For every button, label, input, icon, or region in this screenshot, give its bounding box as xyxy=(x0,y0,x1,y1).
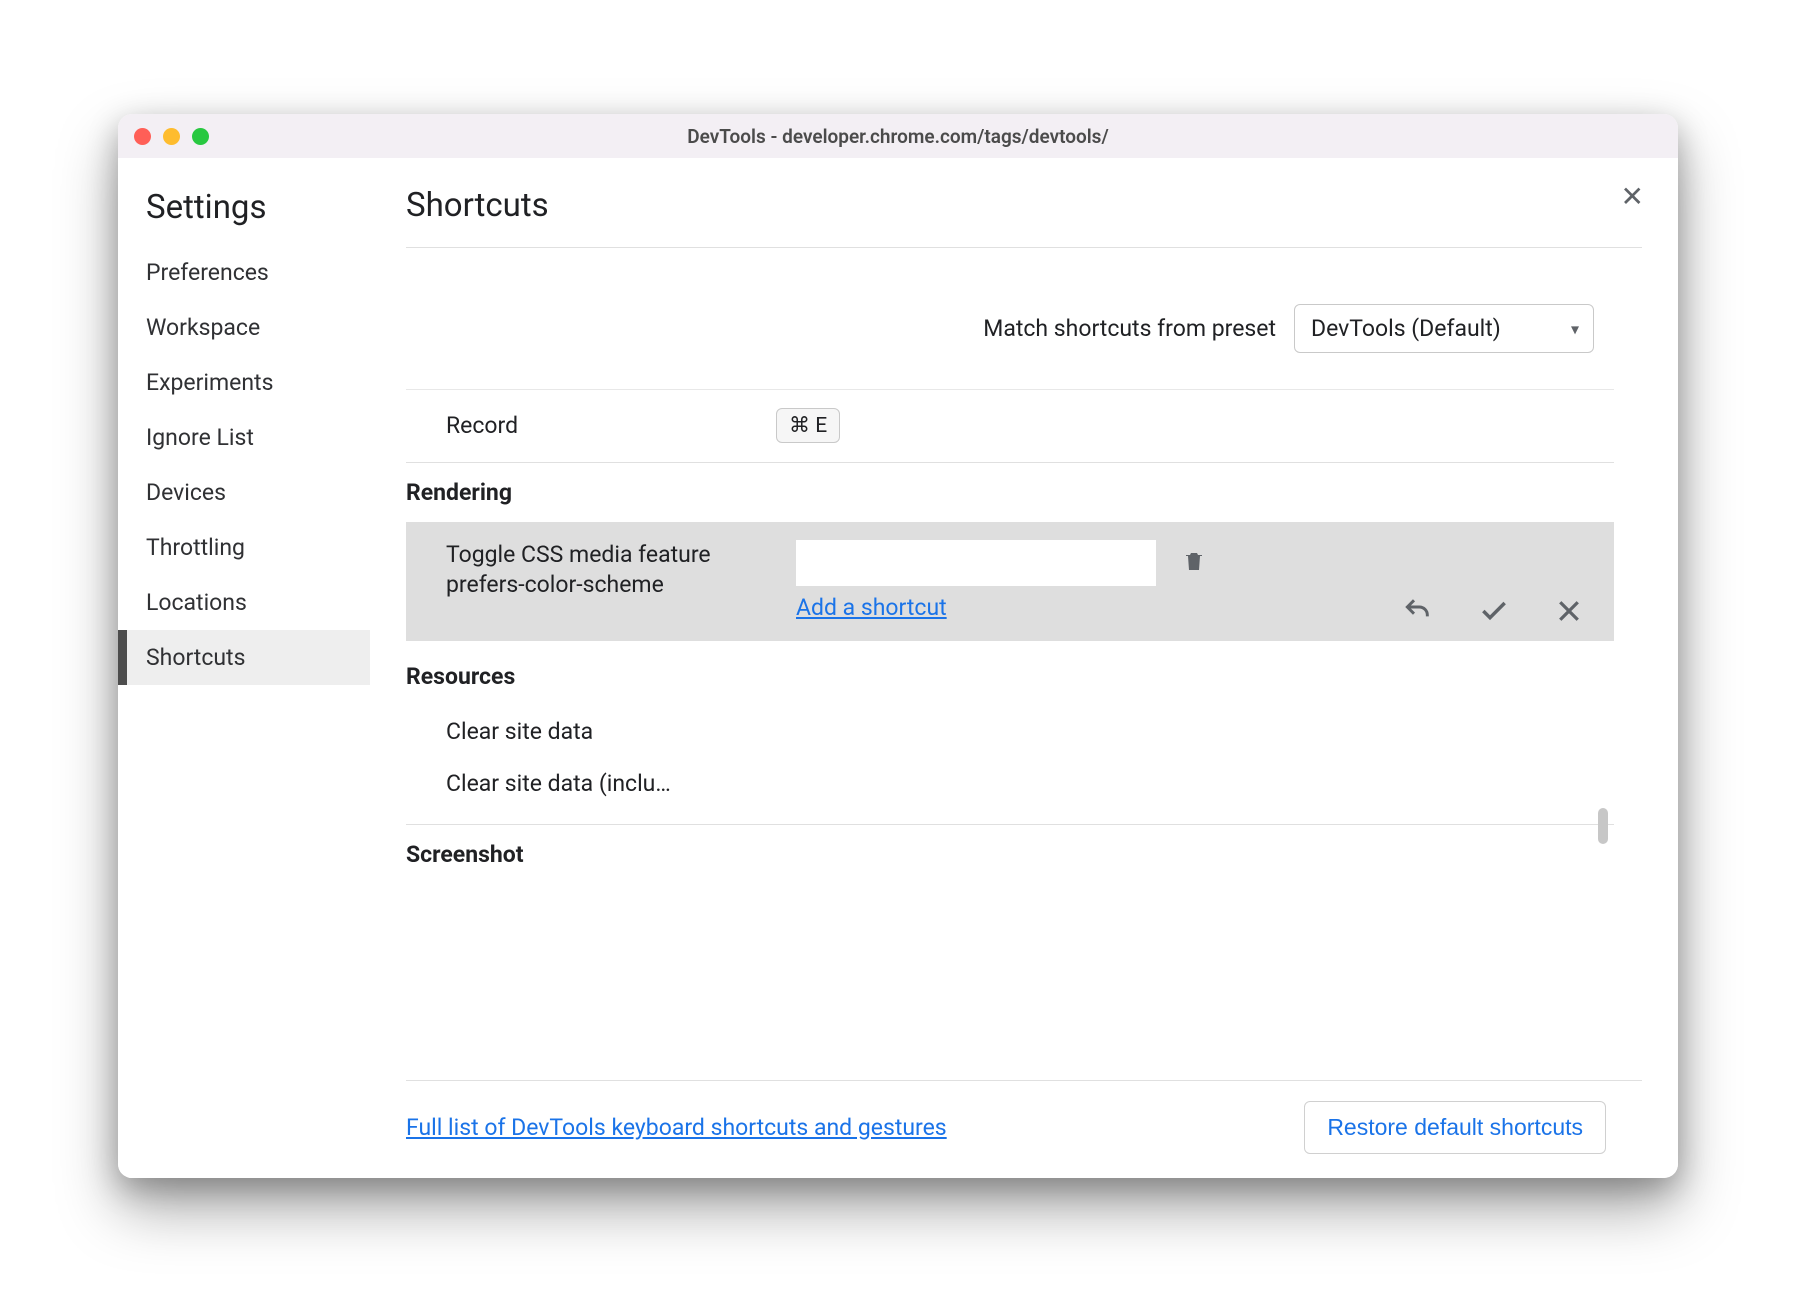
window-minimize-button[interactable] xyxy=(163,128,180,145)
sidebar-item-devices[interactable]: Devices xyxy=(118,465,370,520)
devtools-settings-window: DevTools - developer.chrome.com/tags/dev… xyxy=(118,114,1678,1178)
sidebar-item-shortcuts[interactable]: Shortcuts xyxy=(118,630,370,685)
close-icon[interactable]: ✕ xyxy=(1621,180,1644,213)
undo-icon[interactable] xyxy=(1402,595,1434,627)
sidebar-item-preferences[interactable]: Preferences xyxy=(118,245,370,300)
main-panel: Shortcuts Match shortcuts from preset De… xyxy=(370,158,1678,1178)
shortcut-edit-row: Toggle CSS media feature prefers-color-s… xyxy=(406,522,1614,641)
shortcut-label: Clear site data (inclu… xyxy=(446,770,671,797)
section-header-resources: Resources xyxy=(406,641,1614,706)
page-title: Shortcuts xyxy=(406,186,1642,248)
shortcut-key-record: ⌘ E xyxy=(776,408,840,443)
sidebar-item-locations[interactable]: Locations xyxy=(118,575,370,630)
section-header-rendering: Rendering xyxy=(406,463,1614,522)
shortcut-edit-label: Toggle CSS media feature prefers-color-s… xyxy=(446,540,776,600)
shortcut-row-clear-site-data-incl: Clear site data (inclu… xyxy=(406,758,1614,810)
traffic-lights xyxy=(134,128,209,145)
section-header-screenshot: Screenshot xyxy=(406,825,1614,884)
preset-row: Match shortcuts from preset DevTools (De… xyxy=(406,248,1642,389)
shortcut-row-record: Record ⌘ E xyxy=(406,390,1614,462)
shortcut-label: Record xyxy=(446,412,776,439)
cancel-icon[interactable] xyxy=(1554,596,1584,626)
shortcut-row-clear-site-data: Clear site data xyxy=(406,706,1614,758)
window-zoom-button[interactable] xyxy=(192,128,209,145)
preset-label: Match shortcuts from preset xyxy=(983,315,1276,342)
sidebar-item-throttling[interactable]: Throttling xyxy=(118,520,370,575)
window-close-button[interactable] xyxy=(134,128,151,145)
content: ✕ Settings Preferences Workspace Experim… xyxy=(118,158,1678,1178)
titlebar: DevTools - developer.chrome.com/tags/dev… xyxy=(118,114,1678,158)
shortcut-label: Clear site data xyxy=(446,718,593,745)
sidebar-title: Settings xyxy=(118,188,370,245)
shortcut-input[interactable] xyxy=(796,540,1156,586)
sidebar-item-experiments[interactable]: Experiments xyxy=(118,355,370,410)
add-shortcut-link[interactable]: Add a shortcut xyxy=(796,594,1156,621)
window-title: DevTools - developer.chrome.com/tags/dev… xyxy=(118,125,1678,148)
footer: Full list of DevTools keyboard shortcuts… xyxy=(406,1080,1642,1178)
preset-select[interactable]: DevTools (Default) xyxy=(1294,304,1594,353)
sidebar-item-ignore-list[interactable]: Ignore List xyxy=(118,410,370,465)
trash-icon[interactable] xyxy=(1182,548,1206,574)
settings-sidebar: Settings Preferences Workspace Experimen… xyxy=(118,158,370,1178)
sidebar-item-workspace[interactable]: Workspace xyxy=(118,300,370,355)
restore-defaults-button[interactable]: Restore default shortcuts xyxy=(1304,1101,1606,1154)
scrollbar-thumb[interactable] xyxy=(1598,808,1608,844)
edit-actions xyxy=(1402,595,1584,627)
shortcuts-scroll-area: Record ⌘ E Rendering Toggle CSS media fe… xyxy=(406,389,1614,1080)
preset-value: DevTools (Default) xyxy=(1311,315,1501,342)
full-list-link[interactable]: Full list of DevTools keyboard shortcuts… xyxy=(406,1114,947,1141)
confirm-icon[interactable] xyxy=(1478,595,1510,627)
